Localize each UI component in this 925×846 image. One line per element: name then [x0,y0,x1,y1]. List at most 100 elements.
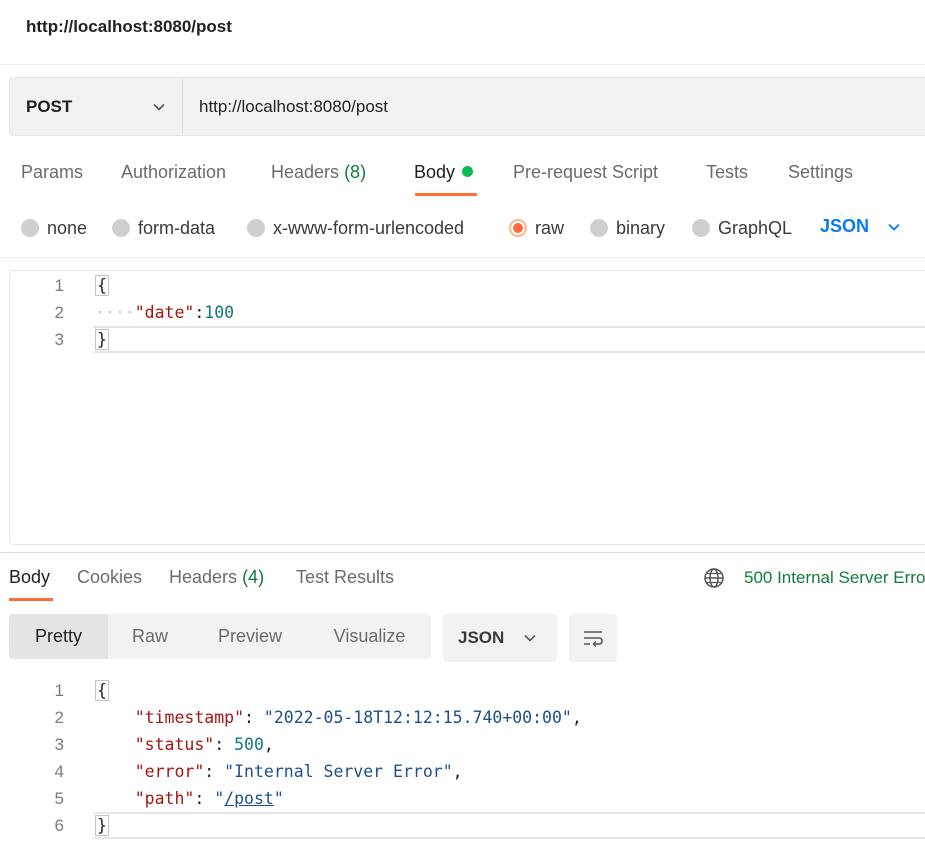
code-line: 2 "timestamp": "2022-05-18T12:12:15.740+… [0,704,925,731]
code-line: 1 { [0,272,925,299]
tab-pretty[interactable]: Pretty [9,614,108,659]
tab-label: Body [414,162,456,182]
request-title: http://localhost:8080/post [26,17,232,36]
tab-label: Settings [788,162,854,182]
option-raw[interactable]: raw [509,216,564,240]
option-label: binary [616,217,666,238]
chevron-down-icon [524,634,536,642]
code-line: 5 "path": "/post" [0,785,925,812]
tab-cookies[interactable]: Cookies [77,567,142,588]
json-value: "2022-05-18T12:12:15.740+00:00" [263,708,572,727]
tab-visualize[interactable]: Visualize [308,614,431,659]
radio-icon[interactable] [692,219,710,237]
body-language-select[interactable]: JSON [820,216,901,237]
tab-raw[interactable]: Raw [108,614,192,659]
request-tabs: Params Authorization Headers (8) Body Pr… [0,162,925,202]
response-format-select[interactable]: JSON [443,614,557,662]
tab-label: Authorization [121,162,227,182]
option-none[interactable]: none [21,216,87,240]
option-label: none [47,217,88,238]
tab-label: Pre-request Script [513,162,659,182]
url-bar: POST http://localhost:8080/post [9,77,925,136]
brace: } [95,329,109,350]
option-label: GraphQL [718,217,793,238]
radio-icon[interactable] [590,219,608,237]
option-label: x-www-form-urlencoded [273,217,465,238]
active-tab-indicator [9,598,53,601]
active-tab-indicator [415,193,477,196]
view-mode-tabs: Pretty Raw Preview Visualize [9,614,431,659]
option-graphql[interactable]: GraphQL [692,216,792,240]
code-line: 3 "status": 500, [0,731,925,758]
indent-guide: ···· [95,303,135,322]
json-colon: : [194,303,205,322]
method-selector[interactable]: POST [10,78,183,135]
tab-response-headers[interactable]: Headers (4) [169,567,264,588]
json-key: "status" [134,735,215,754]
tab-pre-request-script[interactable]: Pre-request Script [513,162,658,183]
tab-count: (8) [344,162,367,182]
radio-icon[interactable] [21,219,39,237]
tab-test-results[interactable]: Test Results [296,567,394,588]
tab-headers[interactable]: Headers (8) [271,162,366,183]
format-label: JSON [458,628,505,647]
tab-label: Params [21,162,84,182]
line-number: 4 [54,762,64,781]
option-label: raw [535,217,565,238]
brace: } [95,815,109,836]
divider[interactable] [0,552,925,553]
radio-selected-icon[interactable] [509,219,527,237]
json-value: 500 [234,735,264,754]
wrap-lines-button[interactable] [569,614,617,662]
json-link[interactable]: /post [224,789,274,808]
code-line: 1 { [0,677,925,704]
option-form-data[interactable]: form-data [112,216,215,240]
code-line: 4 "error": "Internal Server Error", [0,758,925,785]
body-type-options: none form-data x-www-form-urlencoded raw… [0,216,925,240]
tab-response-body[interactable]: Body [9,567,50,588]
json-key: "error" [134,762,205,781]
json-key: "timestamp" [134,708,245,727]
divider [0,257,925,258]
code-line: 3 } [0,326,925,353]
status-text[interactable]: 500 Internal Server Erro [744,568,925,588]
radio-icon[interactable] [247,219,265,237]
tab-params[interactable]: Params [21,162,83,183]
code-line: 6 } [0,812,925,839]
tab-tests[interactable]: Tests [706,162,748,183]
code-line: 2 ····"date":100 [0,299,925,326]
tab-settings[interactable]: Settings [788,162,853,183]
json-quote: " [273,789,284,808]
json-key: "date" [134,303,195,322]
tab-label: Headers [169,567,238,587]
line-number: 3 [54,735,64,754]
tab-label: Tests [706,162,749,182]
line-number: 3 [54,330,64,349]
line-number: 6 [54,816,64,835]
line-number: 5 [54,789,64,808]
radio-icon[interactable] [112,219,130,237]
globe-icon[interactable] [703,567,725,589]
method-label: POST [26,97,73,116]
json-quote: " [214,789,225,808]
brace: { [95,680,109,701]
brace: { [95,275,109,296]
line-number: 1 [54,276,64,295]
wrap-lines-icon [584,631,603,648]
divider [0,64,925,65]
tab-count: (4) [242,567,265,587]
line-number: 1 [54,681,64,700]
line-number: 2 [54,303,64,322]
tab-body[interactable]: Body [414,162,474,183]
json-key: "path" [134,789,195,808]
line-number: 2 [54,708,64,727]
url-input[interactable]: http://localhost:8080/post [199,97,388,117]
option-binary[interactable]: binary [590,216,665,240]
chevron-down-icon [888,223,900,231]
chevron-down-icon [153,103,165,111]
option-x-www-form-urlencoded[interactable]: x-www-form-urlencoded [247,216,464,240]
tab-preview[interactable]: Preview [192,614,308,659]
json-punct: , [571,708,582,727]
option-label: form-data [138,217,216,238]
tab-authorization[interactable]: Authorization [121,162,226,183]
